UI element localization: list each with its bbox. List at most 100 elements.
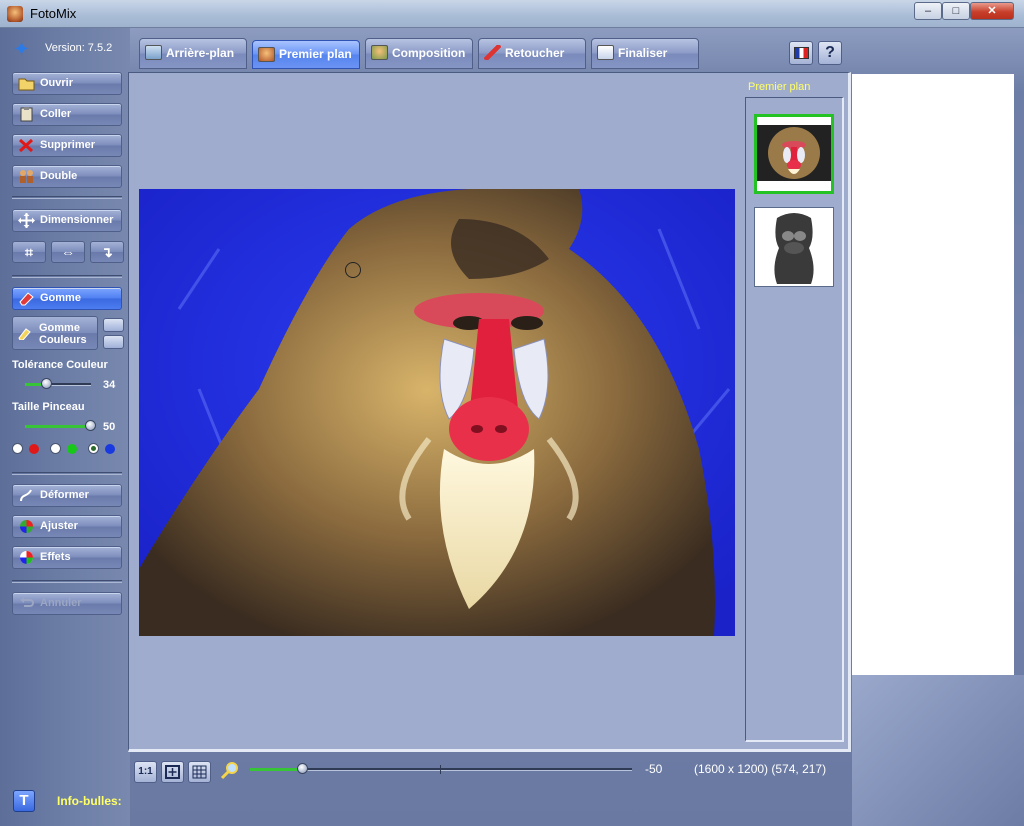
tooltips-toggle-button[interactable]: T	[13, 790, 35, 812]
thumbnail-mandrill-color[interactable]	[754, 114, 834, 194]
tab-premier-plan[interactable]: Premier plan	[252, 40, 360, 69]
color-swatch-button[interactable]	[103, 335, 124, 349]
radio-red[interactable]	[12, 443, 23, 454]
thumbnail-gorilla-bw[interactable]	[754, 207, 834, 287]
delete-icon	[18, 138, 34, 153]
divider	[12, 472, 122, 475]
dimensionner-button[interactable]: Dimensionner	[12, 209, 122, 232]
crop-icon: ⌗	[25, 244, 33, 260]
effets-label: Effets	[40, 551, 71, 563]
deformer-label: Déformer	[40, 489, 89, 501]
language-button[interactable]	[789, 41, 813, 65]
annuler-label: Annuler	[40, 597, 82, 609]
tab-retoucher-label: Retoucher	[505, 46, 565, 60]
image-size-and-cursor-coords: (1600 x 1200) (574, 217)	[694, 762, 827, 776]
clipboard-icon	[20, 107, 33, 122]
brush-size-value: 50	[103, 421, 116, 433]
color-wheel-icon	[20, 520, 33, 533]
blue-color-dot	[105, 444, 115, 454]
annuler-button[interactable]: Annuler	[12, 592, 122, 615]
grid-button[interactable]	[188, 761, 211, 783]
window-title: FotoMix	[30, 6, 77, 21]
maximize-button[interactable]: □	[942, 2, 970, 20]
french-flag-icon	[794, 47, 809, 59]
gomme-couleurs-label-1: Gomme	[39, 322, 80, 334]
color-picker-button[interactable]	[103, 318, 124, 332]
help-button[interactable]: ?	[818, 41, 842, 65]
tab-finaliser[interactable]: Finaliser	[591, 38, 699, 69]
magnifier-icon	[220, 762, 238, 780]
duplicate-icon	[20, 170, 33, 183]
minimize-button[interactable]: –	[914, 2, 942, 20]
tab-composition[interactable]: Composition	[365, 38, 473, 69]
taille-pinceau-label: Taille Pinceau	[12, 401, 85, 413]
brush-icon	[484, 45, 501, 60]
zoom-1to1-button[interactable]: 1:1	[134, 761, 157, 783]
version-label: Version: 7.5.2	[45, 42, 113, 54]
brush-cursor	[345, 262, 361, 278]
composition-icon	[371, 45, 388, 60]
fit-icon	[165, 765, 180, 779]
tab-composition-label: Composition	[392, 46, 466, 60]
brush-size-slider-knob[interactable]	[85, 420, 96, 431]
tab-arriere-plan[interactable]: Arrière-plan	[139, 38, 247, 69]
double-button[interactable]: Double	[12, 165, 122, 188]
tab-arriere-plan-label: Arrière-plan	[166, 46, 235, 60]
zoom-value: -50	[645, 762, 663, 776]
supprimer-label: Supprimer	[40, 139, 96, 151]
ajuster-label: Ajuster	[40, 520, 78, 532]
close-button[interactable]: ✕	[970, 2, 1014, 20]
grid-icon	[192, 765, 207, 779]
tab-premier-plan-label: Premier plan	[279, 47, 352, 61]
zoom-slider-knob[interactable]	[297, 763, 308, 774]
effets-button[interactable]: Effets	[12, 546, 122, 569]
flip-button[interactable]: ⇔	[51, 241, 85, 263]
tolerance-slider[interactable]	[25, 378, 91, 389]
fit-to-window-button[interactable]	[161, 761, 184, 783]
gorilla-thumbnail-image	[774, 213, 814, 284]
mandrill-thumbnail-image	[757, 125, 831, 181]
landscape-icon	[145, 45, 162, 60]
radio-green[interactable]	[50, 443, 61, 454]
background-decoration	[852, 675, 1024, 826]
foreground-image[interactable]	[139, 189, 735, 636]
zoom-slider-center-mark	[440, 765, 441, 774]
finish-icon	[597, 45, 614, 60]
tab-finaliser-label: Finaliser	[618, 46, 668, 60]
zoom-slider[interactable]	[250, 763, 632, 774]
deformer-button[interactable]: Déformer	[12, 484, 122, 507]
ajuster-button[interactable]: Ajuster	[12, 515, 122, 538]
brush-size-slider[interactable]	[25, 420, 96, 431]
eraser-icon	[19, 292, 34, 306]
flip-icon: ⇔	[61, 244, 75, 260]
divider	[12, 580, 122, 583]
zoom-slider-fill	[250, 768, 303, 771]
gomme-couleurs-button[interactable]: Gomme Couleurs	[12, 316, 98, 350]
gomme-button[interactable]: Gomme	[12, 287, 122, 310]
crop-button[interactable]: ⌗	[12, 241, 46, 263]
title-bar: FotoMix – □ ✕	[0, 0, 1024, 28]
tab-retoucher[interactable]: Retoucher	[478, 38, 586, 69]
radio-blue[interactable]	[88, 443, 99, 454]
gomme-couleurs-label-2: Couleurs	[39, 334, 87, 346]
coller-button[interactable]: Coller	[12, 103, 122, 126]
coller-label: Coller	[40, 108, 72, 120]
divider	[12, 196, 122, 199]
infobulles-label: Info-bulles:	[57, 794, 122, 808]
rotate-icon: ↴	[101, 244, 113, 260]
red-color-dot	[29, 444, 39, 454]
effects-icon	[20, 551, 33, 564]
tolerance-value: 34	[103, 379, 116, 391]
ouvrir-button[interactable]: Ouvrir	[12, 72, 122, 95]
warp-icon	[20, 489, 32, 502]
move-arrows-icon	[18, 213, 35, 228]
tolerance-slider-knob[interactable]	[41, 378, 52, 389]
rotate-button[interactable]: ↴	[90, 241, 124, 263]
folder-icon	[18, 78, 35, 91]
color-eraser-icon	[18, 328, 31, 340]
supprimer-button[interactable]: Supprimer	[12, 134, 122, 157]
tolerance-label: Tolérance Couleur	[12, 359, 108, 371]
preview-area	[852, 74, 1014, 675]
green-color-dot	[67, 444, 77, 454]
undo-icon	[20, 597, 34, 607]
